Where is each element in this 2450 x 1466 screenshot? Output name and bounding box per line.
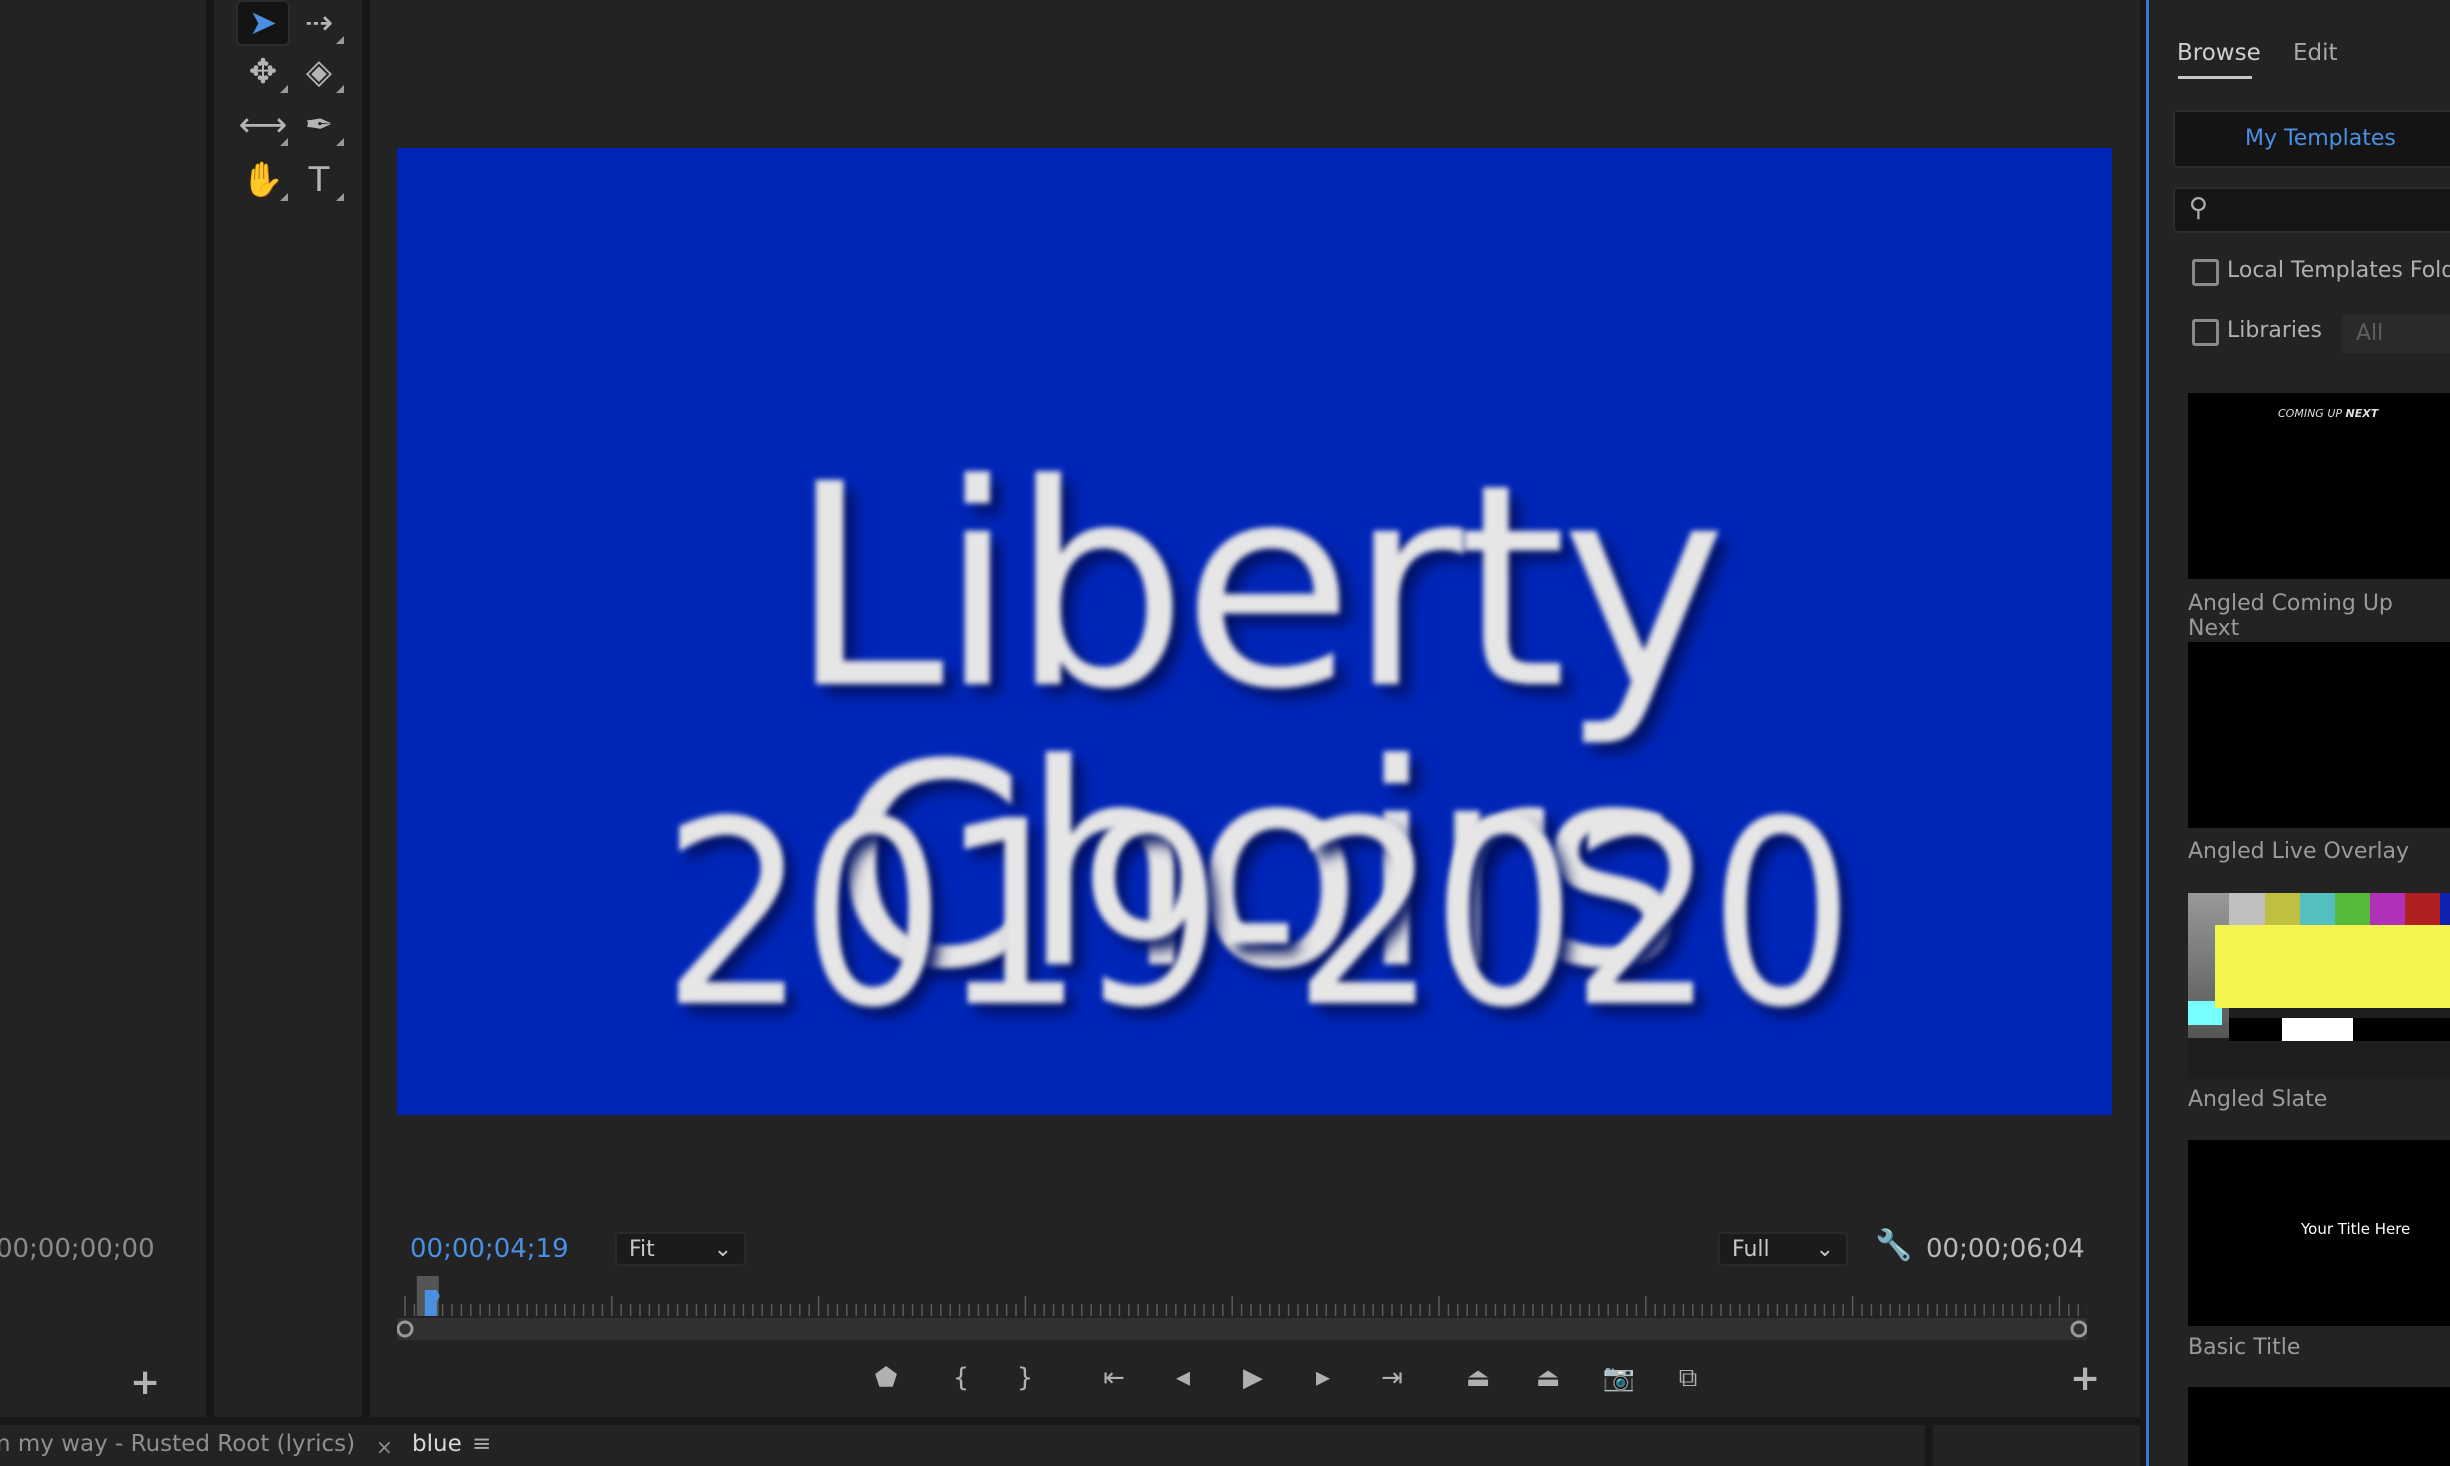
template-thumb-basic-title[interactable]: Your Title Here	[2188, 1140, 2450, 1326]
tab-edit[interactable]: Edit	[2293, 40, 2338, 66]
side-panel-bottom	[1933, 1425, 2140, 1466]
video-title-line2: 2019-2020	[661, 767, 1854, 1064]
template-label: Angled Coming Up Next	[2188, 591, 2393, 641]
libraries-select[interactable]: All	[2342, 314, 2450, 353]
razor-icon[interactable]: ◈	[292, 49, 346, 95]
active-tab-indicator	[2178, 76, 2252, 79]
chevron-down-icon: ⌄	[713, 1236, 732, 1262]
resolution-select[interactable]: Full ⌄	[1718, 1232, 1848, 1266]
mark-out-icon[interactable]: }	[1005, 1360, 1045, 1396]
source-timecode: 00;00;00;00	[0, 1234, 155, 1264]
search-icon: ⚲	[2189, 193, 2209, 223]
slip-icon[interactable]: ⟷	[236, 102, 290, 148]
time-ruler[interactable]	[397, 1276, 2087, 1346]
tools-panel: ➤ ⇢ ✥ ◈ ⟷ ✒ ✋ T	[214, 0, 362, 1417]
step-back-icon[interactable]: ◀	[1169, 1365, 1197, 1390]
step-forward-icon[interactable]: ▶	[1309, 1365, 1337, 1390]
zoom-level-select[interactable]: Fit ⌄	[615, 1232, 746, 1266]
wrench-icon[interactable]: 🔧	[1875, 1228, 1912, 1263]
ripple-edit-icon[interactable]: ✥	[236, 49, 290, 95]
panel-focus-border	[2146, 0, 2149, 1466]
local-templates-label: Local Templates Folder	[2227, 258, 2450, 283]
template-thumb-next[interactable]	[2188, 1387, 2450, 1466]
add-button[interactable]: +	[130, 1362, 160, 1403]
type-icon[interactable]: T	[292, 157, 346, 203]
menu-icon[interactable]: ≡	[472, 1431, 491, 1457]
duration-timecode: 00;00;06;04	[1926, 1234, 2085, 1264]
zoom-level-value: Fit	[629, 1236, 655, 1262]
thumb-text: COMING UP	[2278, 407, 2346, 420]
add-marker-icon[interactable]: ⬟	[866, 1360, 906, 1396]
current-timecode[interactable]: 00;00;04;19	[410, 1234, 569, 1264]
video-frame: Liberty Choirs 2019-2020	[397, 148, 2112, 1115]
program-monitor: Liberty Choirs 2019-2020 00;00;04;19 Fit…	[370, 0, 2140, 1417]
thumb-text-bold: NEXT	[2345, 407, 2379, 420]
template-thumb-slate[interactable]	[2188, 893, 2450, 1079]
compare-view-icon[interactable]: ⧉	[1668, 1360, 1708, 1396]
go-to-out-icon[interactable]: ⇥	[1372, 1360, 1412, 1396]
tab-rusted-root[interactable]: n my way - Rusted Root (lyrics)	[0, 1431, 355, 1457]
libraries-label: Libraries	[2227, 318, 2323, 343]
selection-tool-icon[interactable]: ➤	[236, 0, 290, 46]
chevron-down-icon: ⌄	[1815, 1236, 1834, 1262]
close-icon[interactable]: ×	[376, 1435, 393, 1459]
zoom-scroll-bar	[397, 1318, 2087, 1340]
template-label: Basic Title	[2188, 1335, 2301, 1360]
button-editor-add[interactable]: +	[2070, 1358, 2100, 1399]
mark-in-icon[interactable]: {	[941, 1360, 981, 1396]
tab-browse[interactable]: Browse	[2177, 40, 2261, 66]
extract-icon[interactable]: ⏏	[1528, 1360, 1568, 1396]
template-thumb-coming-up-next[interactable]: COMING UP NEXT	[2188, 393, 2450, 579]
play-icon[interactable]: ▶	[1233, 1360, 1273, 1396]
go-to-in-icon[interactable]: ⇤	[1094, 1360, 1134, 1396]
libraries-checkbox[interactable]	[2192, 319, 2219, 346]
tab-blue[interactable]: blue	[412, 1431, 462, 1457]
left-panel: 00;00;00;00 +	[0, 0, 206, 1417]
search-input[interactable]: ⚲	[2173, 187, 2450, 233]
hand-icon[interactable]: ✋	[236, 157, 290, 203]
pen-icon[interactable]: ✒	[292, 102, 346, 148]
timeline-tab-bar: n my way - Rusted Root (lyrics) × blue ≡	[0, 1425, 1925, 1466]
resolution-value: Full	[1732, 1236, 1770, 1262]
local-templates-checkbox[interactable]	[2192, 259, 2219, 286]
my-templates-button[interactable]: My Templates	[2173, 110, 2450, 168]
template-thumb-live-overlay[interactable]	[2188, 642, 2450, 828]
template-label: Angled Live Overlay	[2188, 839, 2410, 864]
export-frame-icon[interactable]: 📷	[1599, 1360, 1639, 1396]
template-label: Angled Slate	[2188, 1087, 2328, 1112]
lift-icon[interactable]: ⏏	[1458, 1360, 1498, 1396]
thumb-text: Your Title Here	[2301, 1220, 2411, 1238]
track-select-forward-icon[interactable]: ⇢	[292, 0, 346, 46]
